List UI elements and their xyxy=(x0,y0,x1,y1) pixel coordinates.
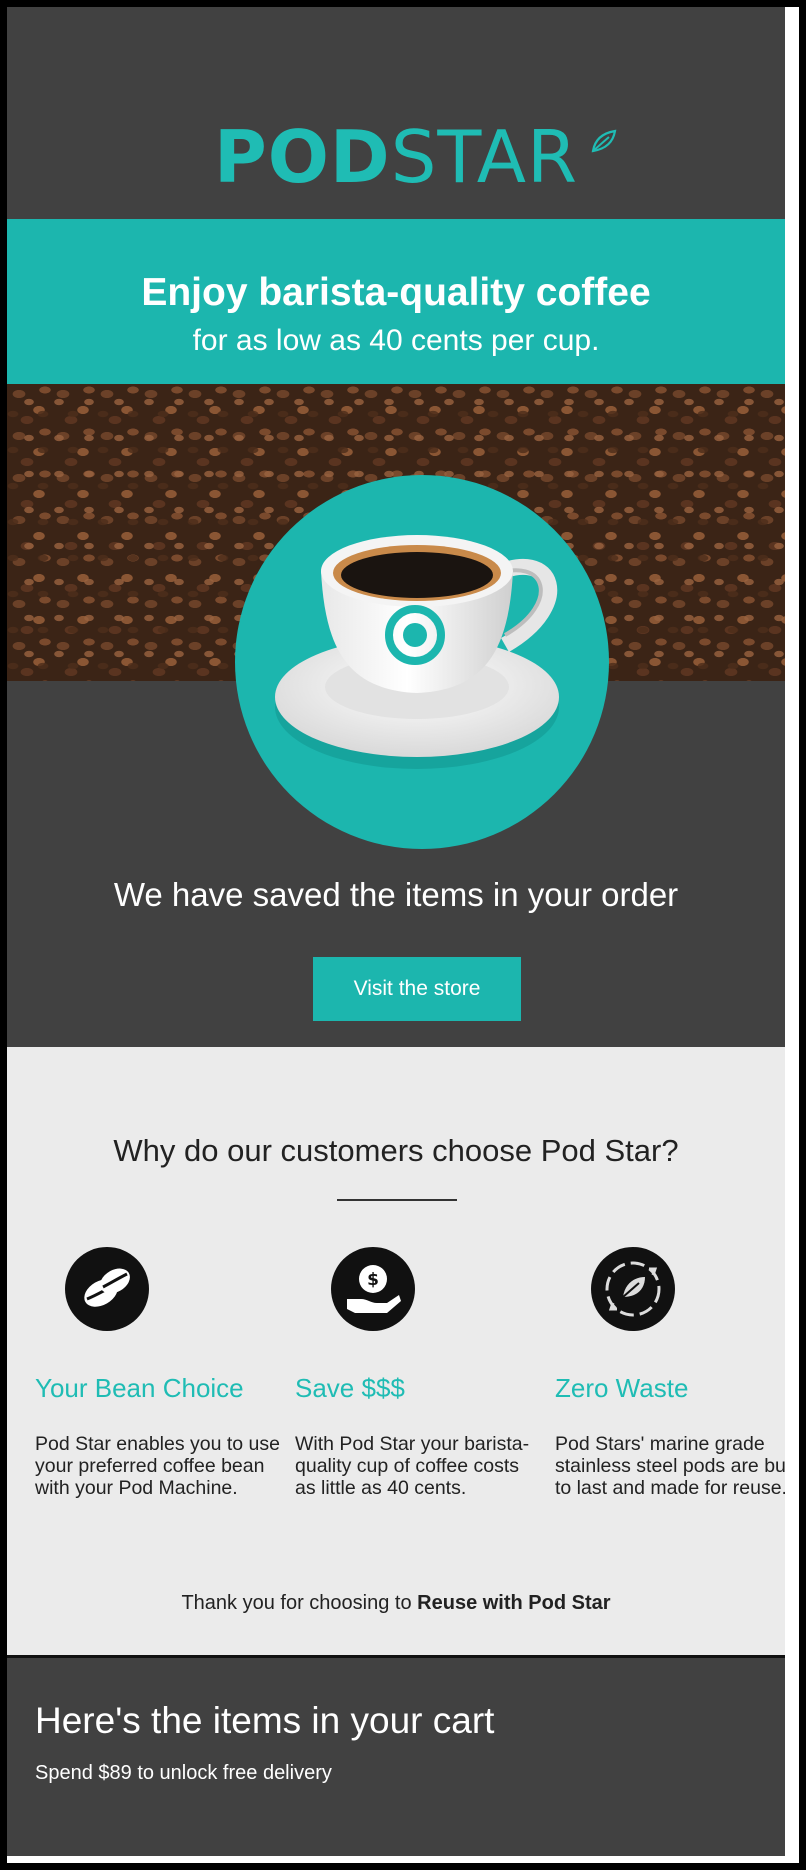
svg-text:$: $ xyxy=(367,1270,379,1290)
logo-text-light: STAR xyxy=(390,115,579,199)
cart-section: Here's the items in your cart Spend $89 … xyxy=(7,1658,785,1856)
feature-title: Your Bean Choice xyxy=(35,1373,244,1403)
leaf-icon xyxy=(591,129,617,153)
why-section: Why do our customers choose Pod Star? Yo… xyxy=(7,1047,785,1655)
hero-subtitle: for as low as 40 cents per cup. xyxy=(192,324,600,357)
order-saved-message: We have saved the items in your order xyxy=(113,876,679,913)
podstar-logo[interactable]: PODSTAR xyxy=(7,110,785,200)
feature-body: Pod Stars' marine grade stainless steel … xyxy=(555,1433,785,1499)
why-title: Why do our customers choose Pod Star? xyxy=(113,1133,679,1168)
thanks-prefix: Thank you for choosing to xyxy=(181,1592,418,1614)
feature-body: With Pod Star your barista- quality cup … xyxy=(295,1433,530,1499)
coffee-bean-icon xyxy=(65,1247,149,1331)
cart-title: Here's the items in your cart xyxy=(35,1700,495,1741)
email-body: PODSTAR Enjoy barista-quality coffee for… xyxy=(7,7,785,1856)
hero-banner: Enjoy barista-quality coffee for as low … xyxy=(7,219,785,384)
feature-title: Save $$$ xyxy=(295,1373,405,1403)
hand-dollar-icon: $ xyxy=(331,1247,415,1331)
header: PODSTAR xyxy=(7,7,785,219)
cart-delivery-note: Spend $89 to unlock free delivery xyxy=(35,1762,332,1784)
feature-title: Zero Waste xyxy=(555,1373,689,1403)
hero-title: Enjoy barista-quality coffee xyxy=(141,271,651,314)
section-divider xyxy=(337,1199,457,1201)
coffee-cup-image xyxy=(275,535,559,769)
logo-text-bold: POD xyxy=(213,115,391,199)
thanks-bold: Reuse with Pod Star xyxy=(417,1592,611,1614)
visit-store-button[interactable]: Visit the store xyxy=(313,957,521,1021)
thanks-message: Thank you for choosing to Reuse with Pod… xyxy=(7,1592,785,1615)
recycle-leaf-icon xyxy=(591,1247,675,1331)
feature-body: Pod Star enables you to use your preferr… xyxy=(35,1433,280,1499)
